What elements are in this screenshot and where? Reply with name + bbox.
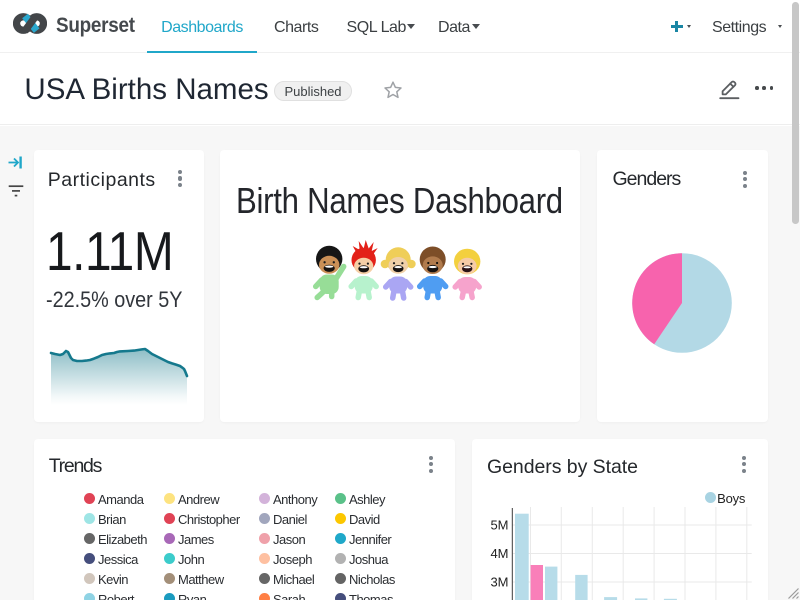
svg-text:4M: 4M [490,546,508,561]
svg-text:5M: 5M [490,518,508,533]
svg-text:3M: 3M [490,575,508,590]
